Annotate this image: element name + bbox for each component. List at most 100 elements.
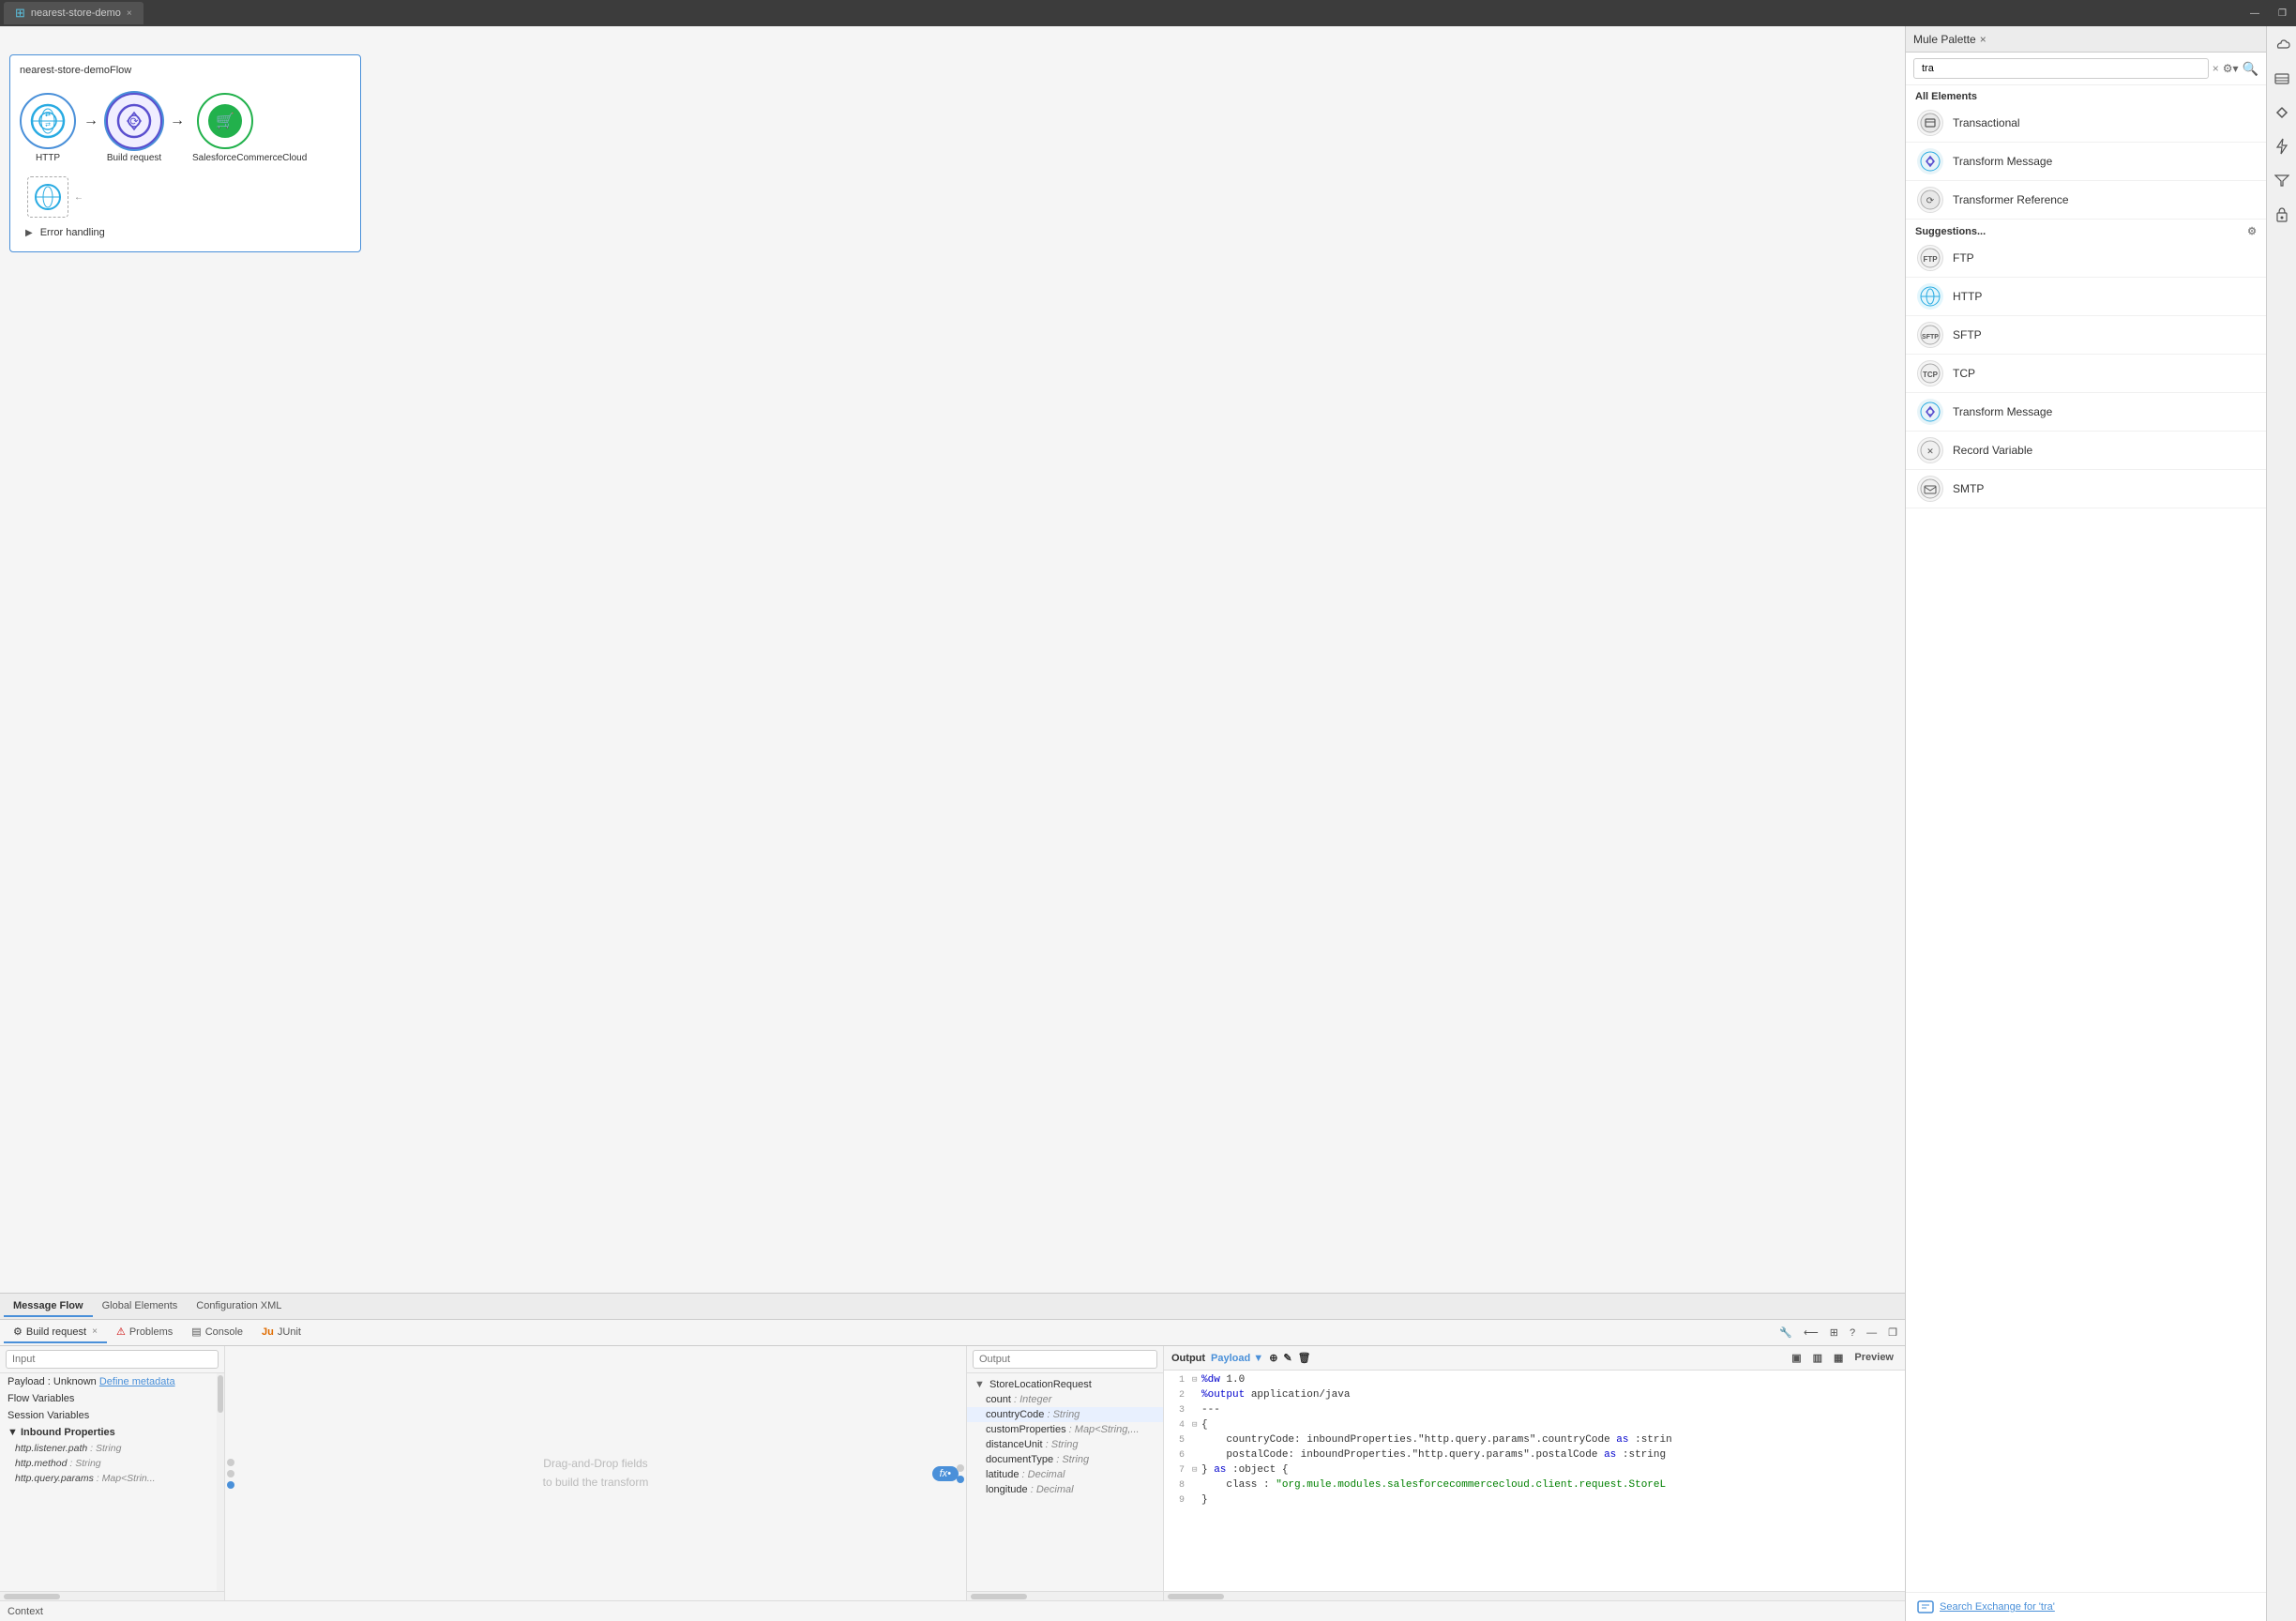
output-item-0[interactable]: count : Integer: [967, 1392, 1163, 1407]
bp-tab-problems[interactable]: ⚠ Problems: [107, 1322, 182, 1343]
sidebar-icon-list[interactable]: [2271, 68, 2293, 90]
preview-btn[interactable]: Preview: [1850, 1350, 1897, 1366]
palette-title: Mule Palette: [1913, 33, 1976, 46]
refresh-btn[interactable]: 🔧: [1775, 1325, 1796, 1341]
bottom-panel-tabs: ⚙ Build request × ⚠ Problems ▤ Console J…: [0, 1320, 1905, 1346]
input-h-scrollbar[interactable]: [0, 1591, 224, 1600]
output-search-input[interactable]: [973, 1350, 1157, 1369]
output-item-type-val-0: Integer: [1020, 1394, 1051, 1405]
code-header-edit[interactable]: ✎: [1283, 1352, 1292, 1364]
error-handling-row[interactable]: ▶ Error handling: [20, 223, 351, 242]
input-scrollbar[interactable]: [217, 1373, 224, 1591]
flow-container: nearest-store-demoFlow ⇄ ⇄: [9, 54, 361, 252]
inbound-key-2: http.query.params: [15, 1473, 94, 1484]
main-tab[interactable]: ⊞ nearest-store-demo ×: [4, 2, 144, 24]
sidebar-icon-cloud[interactable]: [2271, 34, 2293, 56]
output-root-item[interactable]: ▼ StoreLocationRequest: [967, 1377, 1163, 1392]
drag-text-line1: Drag-and-Drop fields: [543, 1457, 647, 1470]
connector-dot: [227, 1459, 234, 1466]
canvas-area: nearest-store-demoFlow ⇄ ⇄: [0, 26, 1905, 1621]
inbound-item-1[interactable]: http.method : String: [0, 1456, 217, 1471]
palette-item-smtp[interactable]: SMTP: [1906, 470, 2266, 508]
panel-minimize-btn[interactable]: —: [1863, 1326, 1881, 1341]
palette-settings-icon[interactable]: ⚙▾: [2223, 62, 2239, 75]
minimize-btn[interactable]: —: [2244, 7, 2265, 21]
code-h-scrollbar[interactable]: [1164, 1591, 1905, 1600]
palette-item-transactional[interactable]: Transactional: [1906, 104, 2266, 143]
back-btn[interactable]: ⟵: [1800, 1325, 1822, 1341]
inbound-props-header[interactable]: ▼ Inbound Properties: [0, 1424, 217, 1441]
tab-config-xml[interactable]: Configuration XML: [187, 1296, 291, 1317]
flow-node-http[interactable]: ⇄ ⇄ HTTP: [20, 93, 76, 163]
output-item-3[interactable]: distanceUnit : String: [967, 1437, 1163, 1452]
view-single-btn[interactable]: ▣: [1788, 1350, 1805, 1366]
flow-node-sf[interactable]: 🛒 SalesforceCommerceCloud: [192, 93, 258, 163]
output-h-scrollbar[interactable]: [967, 1591, 1163, 1600]
sidebar-icon-arrows[interactable]: [2271, 101, 2293, 124]
line-content-9: }: [1201, 1494, 1905, 1509]
output-item-1[interactable]: countryCode : String: [967, 1407, 1163, 1422]
restore-btn[interactable]: ❐: [2273, 7, 2292, 21]
search-exchange-link[interactable]: Search Exchange for 'tra': [1917, 1600, 2255, 1613]
output-item-4[interactable]: documentType : String: [967, 1452, 1163, 1467]
record-svg: ✕: [1920, 440, 1941, 461]
inbound-item-2[interactable]: http.query.params : Map<Strin...: [0, 1471, 217, 1486]
flow-variables-label: Flow Variables: [8, 1393, 74, 1404]
context-label[interactable]: Context: [8, 1606, 43, 1617]
palette-item-tcp[interactable]: TCP TCP: [1906, 355, 2266, 393]
transactional-svg: [1920, 113, 1941, 133]
suggestions-settings[interactable]: ⚙: [2247, 225, 2257, 237]
define-metadata-link[interactable]: Define metadata: [99, 1376, 175, 1387]
panel-restore-btn[interactable]: ❐: [1884, 1325, 1901, 1341]
tab-close[interactable]: ×: [127, 8, 132, 19]
sidebar-icon-bolt[interactable]: [2271, 135, 2293, 158]
bp-tab-build-request[interactable]: ⚙ Build request ×: [4, 1322, 107, 1343]
payload-item[interactable]: Payload : Unknown Define metadata: [0, 1373, 217, 1390]
palette-search-clear[interactable]: ×: [2213, 62, 2219, 75]
flow-node-build[interactable]: ⟳ Build request: [106, 93, 162, 163]
flow-nodes: ⇄ ⇄ HTTP →: [20, 83, 351, 173]
tab-message-flow[interactable]: Message Flow: [4, 1296, 93, 1317]
input-search[interactable]: [6, 1350, 219, 1369]
palette-item-sftp[interactable]: SFTP SFTP: [1906, 316, 2266, 355]
palette-item-record[interactable]: ✕ Record Variable: [1906, 432, 2266, 470]
bp-junit-label: JUnit: [278, 1326, 301, 1338]
output-item-type-val-3: String: [1051, 1439, 1079, 1450]
view-split-btn[interactable]: ▥: [1809, 1350, 1826, 1366]
code-header-add[interactable]: ⊕: [1269, 1352, 1277, 1364]
flow-variables-item[interactable]: Flow Variables: [0, 1390, 217, 1407]
session-variables-item[interactable]: Session Variables: [0, 1407, 217, 1424]
palette-search-btn[interactable]: 🔍: [2243, 61, 2258, 77]
help-btn[interactable]: ?: [1846, 1326, 1859, 1341]
inbound-item-0[interactable]: http.listener.path : String: [0, 1441, 217, 1456]
list-icon: [2274, 72, 2289, 85]
line-num-1: 1: [1164, 1374, 1192, 1389]
palette-item-http[interactable]: HTTP: [1906, 278, 2266, 316]
palette-item-transform-s[interactable]: Transform Message: [1906, 393, 2266, 432]
line-expand-2: [1192, 1389, 1201, 1404]
right-connectors: [955, 1461, 966, 1487]
sidebar-icon-filter[interactable]: [2271, 169, 2293, 191]
line-content-7: } as :object {: [1201, 1464, 1905, 1479]
code-header: Output Payload ▼ ⊕ ✎ 🗑 ▣ ▥ ▦ Preview: [1164, 1346, 1905, 1371]
palette-close-btn[interactable]: ×: [1980, 33, 1986, 46]
output-item-6[interactable]: longitude : Decimal: [967, 1482, 1163, 1497]
output-item-5[interactable]: latitude : Decimal: [967, 1467, 1163, 1482]
bp-tab-junit[interactable]: Ju JUnit: [252, 1323, 310, 1343]
cloud-icon: [2273, 38, 2290, 52]
view-wide-btn[interactable]: ▦: [1830, 1350, 1847, 1366]
line-content-3: ---: [1201, 1404, 1905, 1419]
palette-item-ftp[interactable]: FTP FTP: [1906, 239, 2266, 278]
output-item-2[interactable]: customProperties : Map<String,...: [967, 1422, 1163, 1437]
palette-search-input[interactable]: [1913, 58, 2209, 79]
tab-global-elements[interactable]: Global Elements: [93, 1296, 188, 1317]
sidebar-icon-lock[interactable]: [2271, 203, 2293, 225]
bp-tab-console[interactable]: ▤ Console: [182, 1322, 252, 1343]
bp-tab-close[interactable]: ×: [92, 1326, 98, 1337]
output-panel: ▼ StoreLocationRequest count : Integer c…: [967, 1346, 1164, 1600]
code-header-delete[interactable]: 🗑: [1298, 1352, 1311, 1364]
code-content: 1 ⊟ %dw 1.0 2 %output application/java 3: [1164, 1371, 1905, 1591]
grid-btn[interactable]: ⊞: [1826, 1325, 1842, 1341]
palette-item-transform[interactable]: Transform Message: [1906, 143, 2266, 181]
palette-item-transformer-ref[interactable]: ⟳ Transformer Reference: [1906, 181, 2266, 220]
